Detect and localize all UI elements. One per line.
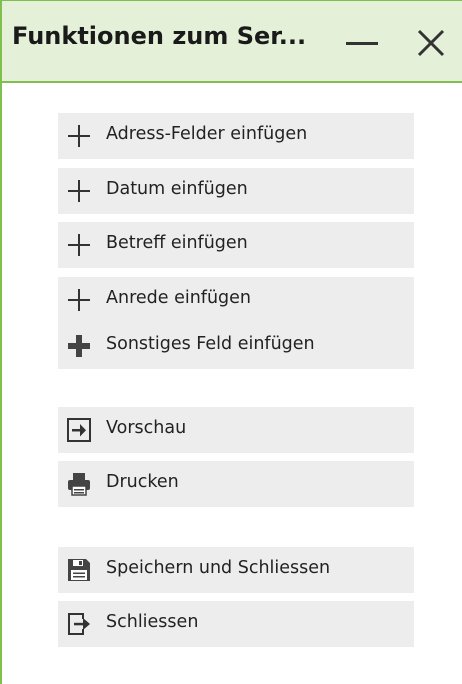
preview-button[interactable]: Vorschau — [58, 407, 414, 453]
insert-subject-button[interactable]: Betreff einfügen — [58, 222, 414, 268]
button-label: Betreff einfügen — [106, 233, 248, 253]
insert-other-field-button[interactable]: Sonstiges Feld einfügen — [58, 323, 414, 369]
plus-bold-icon — [66, 333, 92, 359]
button-label: Vorschau — [106, 418, 187, 438]
insert-salutation-button[interactable]: Anrede einfügen — [58, 277, 414, 323]
panel-header: Funktionen zum Ser... — [2, 0, 462, 83]
button-label: Schliessen — [106, 612, 199, 632]
button-label: Datum einfügen — [106, 179, 248, 199]
panel-title: Funktionen zum Ser... — [12, 22, 307, 50]
plus-icon — [66, 232, 92, 258]
button-label: Speichern und Schliessen — [106, 558, 331, 578]
minimize-icon — [346, 42, 378, 45]
close-button[interactable] — [409, 21, 453, 65]
button-label: Sonstiges Feld einfügen — [106, 334, 315, 354]
side-panel: Funktionen zum Ser... Adress-Felder einf… — [0, 0, 462, 684]
printer-icon — [66, 471, 92, 497]
button-label: Drucken — [106, 472, 179, 492]
plus-icon — [66, 287, 92, 313]
exit-icon — [66, 611, 92, 637]
minimize-button[interactable] — [340, 21, 384, 65]
button-label: Adress-Felder einfügen — [106, 124, 308, 144]
save-icon — [66, 557, 92, 583]
insert-date-button[interactable]: Datum einfügen — [58, 168, 414, 214]
close-icon — [417, 29, 445, 57]
plus-icon — [66, 123, 92, 149]
insert-address-fields-button[interactable]: Adress-Felder einfügen — [58, 113, 414, 159]
plus-icon — [66, 178, 92, 204]
print-button[interactable]: Drucken — [58, 461, 414, 507]
close-panel-button[interactable]: Schliessen — [58, 601, 414, 647]
button-label: Anrede einfügen — [106, 288, 252, 308]
save-and-close-button[interactable]: Speichern und Schliessen — [58, 547, 414, 593]
preview-arrow-icon — [66, 417, 92, 443]
